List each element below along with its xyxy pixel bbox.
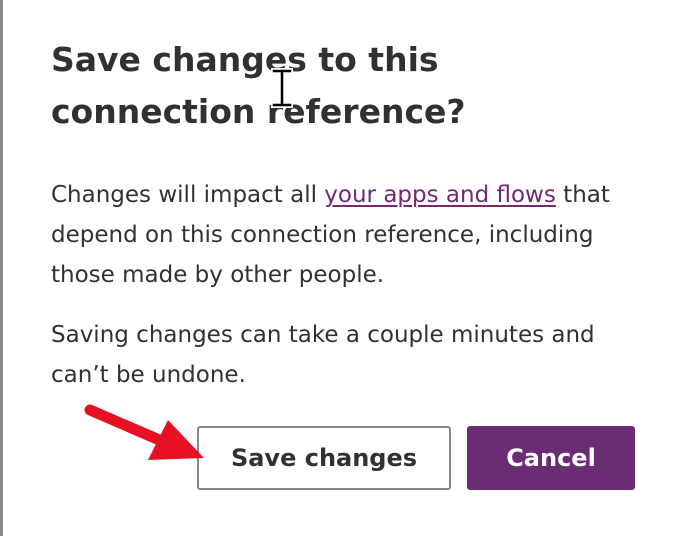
- apps-and-flows-link[interactable]: your apps and flows: [324, 182, 556, 208]
- irreversible-warning: Saving changes can take a couple minutes…: [51, 322, 595, 388]
- red-arrow-icon: [84, 404, 204, 460]
- impact-description: Changes will impact all your apps and fl…: [51, 175, 626, 295]
- text-cursor-icon: [271, 68, 293, 108]
- cancel-button[interactable]: Cancel: [467, 426, 635, 490]
- save-changes-button[interactable]: Save changes: [197, 426, 451, 490]
- impact-text-start: Changes will impact all: [51, 182, 325, 208]
